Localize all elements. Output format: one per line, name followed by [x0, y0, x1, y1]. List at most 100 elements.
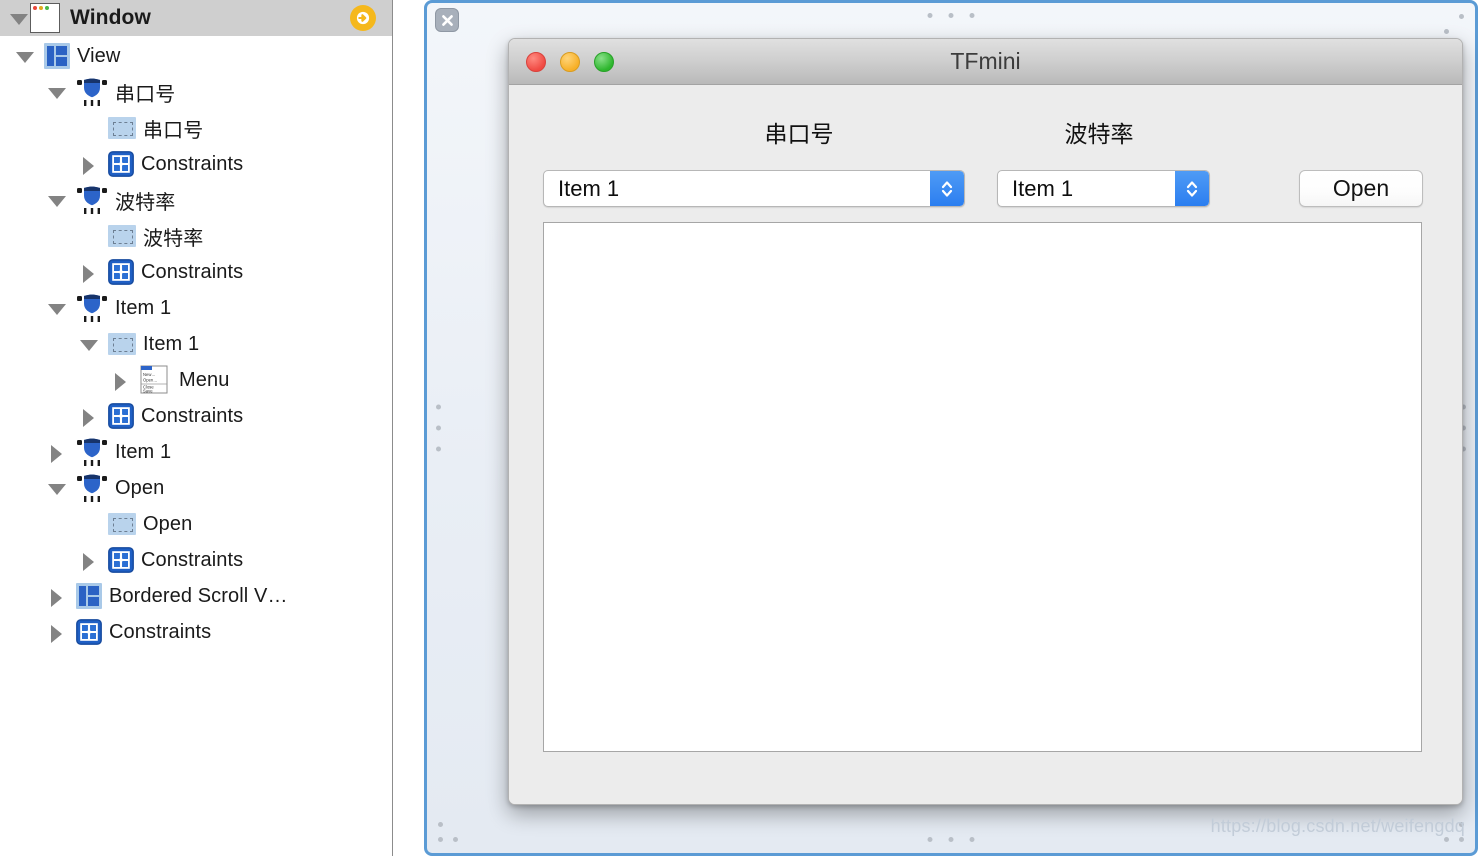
canvas-grip-bottom-left[interactable] — [438, 822, 458, 842]
baud-popup-value: Item 1 — [1012, 175, 1074, 201]
label-icon — [108, 333, 136, 355]
menu-icon: New… Open… Close Save — [140, 365, 172, 395]
label-icon — [108, 225, 136, 247]
disclosure-triangle[interactable] — [46, 477, 68, 499]
window-icon — [30, 3, 60, 33]
disclosure-triangle[interactable] — [78, 405, 100, 427]
canvas-area: TFmini 串口号 波特率 Item 1 Item 1 Open https:… — [394, 0, 1478, 856]
screen-root: Window View 串口号 串口号 Constraints 波特率 波特率 Constr… — [0, 0, 1478, 856]
disclosure-triangle[interactable] — [46, 585, 68, 607]
outline-row[interactable]: 串口号 — [0, 110, 392, 146]
disclosure-triangle[interactable] — [46, 621, 68, 643]
outline-row-label: Open — [115, 476, 165, 499]
port-popup-value: Item 1 — [558, 175, 620, 201]
tfmini-body: 串口号 波特率 Item 1 Item 1 Open — [509, 85, 1462, 804]
chevron-updown-icon[interactable] — [1175, 171, 1209, 206]
outline-row[interactable]: Constraints — [0, 398, 392, 434]
chevron-updown-icon[interactable] — [930, 171, 964, 206]
outline-row[interactable]: Constraints — [0, 542, 392, 578]
outline-row[interactable]: Constraints — [0, 614, 392, 650]
constraints-icon — [76, 619, 102, 645]
view-icon — [44, 43, 70, 69]
svg-text:New…: New… — [143, 372, 156, 377]
disclosure-triangle[interactable] — [14, 45, 36, 67]
canvas-grip-left[interactable] — [436, 404, 441, 452]
outline-row-label: Constraints — [109, 620, 212, 643]
window-title: TFmini — [950, 48, 1021, 74]
outline-header-window[interactable]: Window — [0, 0, 392, 36]
svg-text:Open…: Open… — [143, 378, 157, 383]
constraints-icon — [108, 547, 134, 573]
outline-row[interactable]: 串口号 — [0, 74, 392, 110]
outline-row-label: Constraints — [141, 260, 244, 283]
outline-row-label: 串口号 — [115, 83, 176, 106]
outline-row-label: 串口号 — [143, 119, 204, 142]
outline-row[interactable]: Item 1 — [0, 326, 392, 362]
popup-button-icon — [76, 77, 108, 107]
disclosure-triangle[interactable] — [110, 369, 132, 391]
outline-row-label: Constraints — [141, 404, 244, 427]
popup-button-icon — [76, 293, 108, 323]
outline-row[interactable]: Open — [0, 506, 392, 542]
label-icon — [108, 117, 136, 139]
outline-row-label: 波特率 — [143, 227, 204, 250]
canvas-grip-top[interactable] — [927, 13, 975, 18]
disclosure-triangle[interactable] — [78, 333, 100, 355]
outline-row-label: 波特率 — [115, 191, 176, 214]
watermark-text: https://blog.csdn.net/weifengdq — [1210, 816, 1465, 836]
outline-row[interactable]: Item 1 — [0, 290, 392, 326]
outline-row[interactable]: Item 1 — [0, 434, 392, 470]
open-button[interactable]: Open — [1299, 170, 1423, 207]
outline-row[interactable]: View — [0, 38, 392, 74]
outline-row-label: Item 1 — [115, 296, 172, 319]
outline-row-label: Item 1 — [115, 440, 172, 463]
disclosure-triangle[interactable] — [78, 261, 100, 283]
disclosure-triangle[interactable] — [78, 549, 100, 571]
baud-label: 波特率 — [1064, 121, 1134, 147]
outline-row-label: Constraints — [141, 152, 244, 175]
outline-row-label: Constraints — [141, 548, 244, 571]
outline-header-label: Window — [70, 6, 151, 29]
outline-row[interactable]: Open — [0, 470, 392, 506]
svg-text:Save: Save — [143, 388, 153, 393]
outline-row-label: Bordered Scroll V… — [109, 584, 288, 607]
disclosure-triangle-window[interactable] — [8, 7, 30, 29]
port-label: 串口号 — [764, 121, 834, 147]
outline-row[interactable]: 波特率 — [0, 218, 392, 254]
canvas-frame[interactable]: TFmini 串口号 波特率 Item 1 Item 1 Open https:… — [424, 0, 1478, 856]
document-outline-panel: Window View 串口号 串口号 Constraints 波特率 波特率 Constr… — [0, 0, 393, 856]
outline-row[interactable]: Constraints — [0, 254, 392, 290]
canvas-grip-top-right[interactable] — [1444, 14, 1464, 34]
outline-row-label: Item 1 — [143, 332, 200, 355]
tfmini-window[interactable]: TFmini 串口号 波特率 Item 1 Item 1 Open — [508, 38, 1463, 805]
disclosure-triangle — [78, 513, 100, 535]
scroll-view-icon — [76, 583, 102, 609]
constraints-icon — [108, 259, 134, 285]
close-x-icon[interactable] — [435, 8, 459, 32]
disclosure-triangle[interactable] — [46, 297, 68, 319]
orange-arrow-badge-icon[interactable] — [350, 5, 376, 31]
constraints-icon — [108, 151, 134, 177]
port-popup-button[interactable]: Item 1 — [543, 170, 965, 207]
outline-row-label: View — [77, 44, 121, 67]
baud-popup-button[interactable]: Item 1 — [997, 170, 1210, 207]
outline-row[interactable]: New… Open… Close Save Menu — [0, 362, 392, 398]
label-icon — [108, 513, 136, 535]
disclosure-triangle[interactable] — [46, 189, 68, 211]
outline-row[interactable]: 波特率 — [0, 182, 392, 218]
disclosure-triangle — [78, 117, 100, 139]
popup-button-icon — [76, 437, 108, 467]
constraints-icon — [108, 403, 134, 429]
outline-row-label: Menu — [179, 368, 230, 391]
tfmini-titlebar[interactable]: TFmini — [509, 39, 1462, 85]
outline-row[interactable]: Constraints — [0, 146, 392, 182]
disclosure-triangle[interactable] — [46, 81, 68, 103]
bordered-scroll-view[interactable] — [543, 222, 1422, 752]
disclosure-triangle[interactable] — [78, 153, 100, 175]
outline-row[interactable]: Bordered Scroll V… — [0, 578, 392, 614]
popup-button-icon — [76, 185, 108, 215]
outline-row-label: Open — [143, 512, 193, 535]
popup-button-icon — [76, 473, 108, 503]
disclosure-triangle[interactable] — [46, 441, 68, 463]
canvas-grip-bottom[interactable] — [927, 837, 975, 842]
